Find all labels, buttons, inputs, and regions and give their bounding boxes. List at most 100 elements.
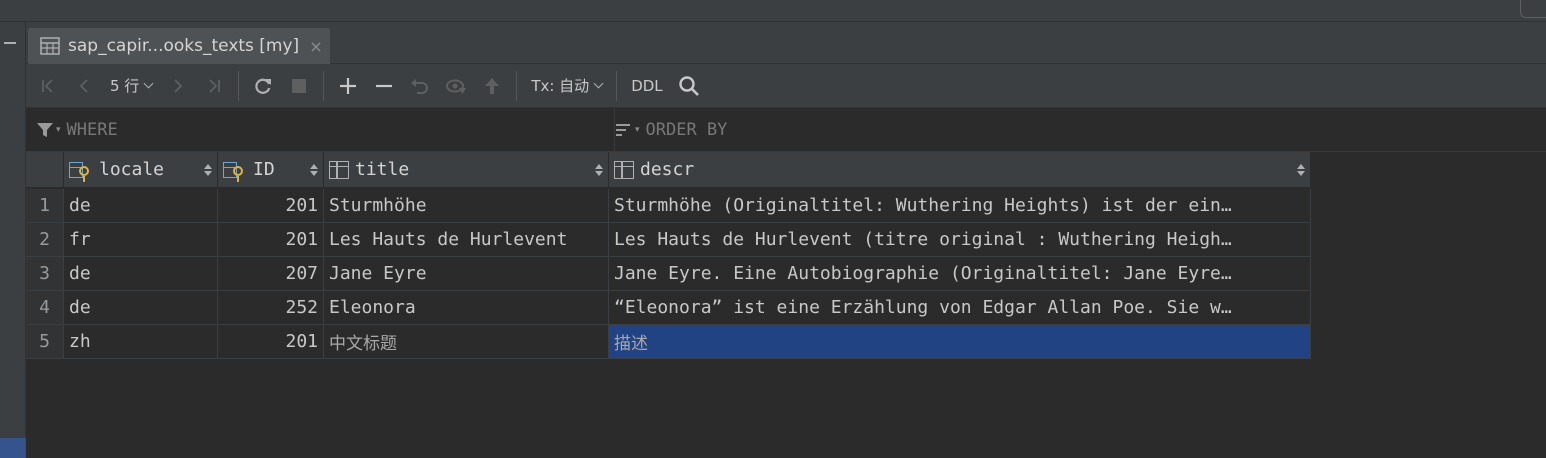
- stop-button[interactable]: [281, 70, 317, 102]
- prev-page-icon: [79, 78, 88, 93]
- chevron-down-icon: [593, 78, 604, 89]
- row-number[interactable]: 1: [26, 189, 64, 223]
- row-number[interactable]: 2: [26, 223, 64, 257]
- cell-locale[interactable]: fr: [64, 223, 218, 257]
- sort-arrows-icon[interactable]: [310, 163, 318, 176]
- transaction-mode-label: Tx: 自动: [531, 77, 590, 95]
- toolbar-separator: [516, 70, 518, 101]
- cell-descr[interactable]: Jane Eyre. Eine Autobiographie (Original…: [609, 257, 1311, 291]
- toolbar-separator: [238, 70, 240, 101]
- row-number[interactable]: 4: [26, 291, 64, 325]
- cell-title[interactable]: 中文标题: [324, 325, 609, 359]
- cell-descr-selected[interactable]: 描述: [609, 325, 1311, 359]
- order-by-filter[interactable]: ▾ ORDER BY: [614, 108, 727, 152]
- where-filter[interactable]: ▾ WHERE: [36, 108, 118, 152]
- transaction-mode-dropdown[interactable]: Tx: 自动: [523, 70, 610, 102]
- next-page-button[interactable]: [160, 70, 196, 102]
- cell-id[interactable]: 201: [218, 325, 324, 359]
- caret-down-icon: ▾: [56, 125, 61, 135]
- ddl-button[interactable]: DDL: [623, 70, 670, 102]
- minimize-icon[interactable]: [4, 42, 16, 44]
- table-row[interactable]: 4 de 252 Eleonora “Eleonora” ist eine Er…: [26, 291, 1311, 325]
- revert-button[interactable]: [402, 70, 438, 102]
- cell-descr[interactable]: Sturmhöhe (Originaltitel: Wuthering Heig…: [609, 189, 1311, 223]
- delete-row-button[interactable]: [366, 70, 402, 102]
- column-header-locale[interactable]: locale: [64, 152, 218, 188]
- cell-locale[interactable]: de: [64, 257, 218, 291]
- cell-descr-text: “Eleonora” ist eine Erzählung von Edgar …: [614, 296, 1232, 318]
- grid-toolbar: 5 行 Tx: 自动 DDL: [26, 64, 1546, 108]
- refresh-icon: [255, 78, 272, 94]
- cell-title[interactable]: Eleonora: [324, 291, 609, 325]
- table-row[interactable]: 2 fr 201 Les Hauts de Hurlevent Les Haut…: [26, 223, 1311, 257]
- cell-id[interactable]: 201: [218, 223, 324, 257]
- cell-descr[interactable]: Les Hauts de Hurlevent (titre original :…: [609, 223, 1311, 257]
- header-row: locale ID title descr: [26, 152, 1311, 188]
- tab-books-texts[interactable]: sap_capir...ooks_texts [my] ×: [28, 28, 330, 64]
- preview-button[interactable]: [438, 70, 474, 102]
- cell-locale[interactable]: zh: [64, 325, 218, 359]
- row-number[interactable]: 3: [26, 257, 64, 291]
- column-header-label: title: [355, 159, 410, 180]
- title-strip: [0, 0, 1546, 22]
- editor-tab-bar: sap_capir...ooks_texts [my] ×: [26, 22, 1546, 64]
- column-icon: [614, 160, 634, 179]
- toolbar-separator: [323, 70, 325, 101]
- stop-icon: [292, 78, 307, 93]
- next-page-icon: [174, 78, 183, 93]
- preview-icon: [446, 79, 467, 94]
- cell-descr-text: Les Hauts de Hurlevent (titre original :…: [614, 228, 1232, 250]
- first-page-icon: [42, 78, 53, 93]
- column-header-label: locale: [99, 159, 165, 180]
- sort-arrows-icon[interactable]: [595, 163, 603, 176]
- column-header-id[interactable]: ID: [218, 152, 324, 188]
- order-by-label: ORDER BY: [645, 120, 728, 140]
- gutter-highlight: [0, 438, 26, 458]
- search-icon: [678, 75, 699, 96]
- corner-cell[interactable]: [26, 152, 64, 188]
- revert-icon: [411, 78, 429, 94]
- column-header-descr[interactable]: descr: [609, 152, 1311, 188]
- filter-bar: ▾ WHERE ▾ ORDER BY: [26, 108, 1546, 152]
- where-label: WHERE: [66, 120, 118, 140]
- toolbar-separator: [616, 70, 618, 101]
- ddl-label: DDL: [631, 76, 663, 95]
- submit-icon: [485, 77, 500, 94]
- cell-descr[interactable]: “Eleonora” ist eine Erzählung von Edgar …: [609, 291, 1311, 325]
- cell-id[interactable]: 252: [218, 291, 324, 325]
- cell-descr-text: Jane Eyre. Eine Autobiographie (Original…: [614, 262, 1232, 284]
- column-header-title[interactable]: title: [324, 152, 609, 188]
- primary-key-column-icon: [223, 160, 247, 182]
- cell-title[interactable]: Les Hauts de Hurlevent: [324, 223, 609, 257]
- refresh-button[interactable]: [245, 70, 281, 102]
- table-row[interactable]: 3 de 207 Jane Eyre Jane Eyre. Eine Autob…: [26, 257, 1311, 291]
- search-button[interactable]: [671, 70, 707, 102]
- window-corner: [1520, 0, 1546, 18]
- last-page-button[interactable]: [196, 70, 232, 102]
- cell-title[interactable]: Jane Eyre: [324, 257, 609, 291]
- caret-down-icon: ▾: [635, 125, 640, 135]
- row-count-dropdown[interactable]: 5 行: [102, 70, 160, 102]
- row-count-label: 5 行: [110, 77, 140, 95]
- chevron-down-icon: [143, 78, 154, 89]
- prev-page-button[interactable]: [66, 70, 102, 102]
- table-row[interactable]: 5 zh 201 中文标题 描述: [26, 325, 1311, 359]
- cell-title[interactable]: Sturmhöhe: [324, 189, 609, 223]
- cell-locale[interactable]: de: [64, 291, 218, 325]
- table-icon: [40, 37, 60, 55]
- submit-button[interactable]: [474, 70, 510, 102]
- ide-window: sap_capir...ooks_texts [my] × 5 行 Tx: 自动…: [0, 0, 1546, 458]
- close-icon[interactable]: ×: [309, 37, 322, 56]
- sort-arrows-icon[interactable]: [204, 163, 212, 176]
- cell-locale[interactable]: de: [64, 189, 218, 223]
- cell-id[interactable]: 201: [218, 189, 324, 223]
- first-page-button[interactable]: [30, 70, 66, 102]
- table-row[interactable]: 1 de 201 Sturmhöhe Sturmhöhe (Originalti…: [26, 189, 1311, 223]
- add-row-button[interactable]: [330, 70, 366, 102]
- last-page-icon: [209, 78, 221, 93]
- row-number[interactable]: 5: [26, 325, 64, 359]
- sort-arrows-icon[interactable]: [1297, 163, 1305, 176]
- add-row-icon: [340, 77, 357, 94]
- column-header-label: ID: [253, 159, 275, 180]
- cell-id[interactable]: 207: [218, 257, 324, 291]
